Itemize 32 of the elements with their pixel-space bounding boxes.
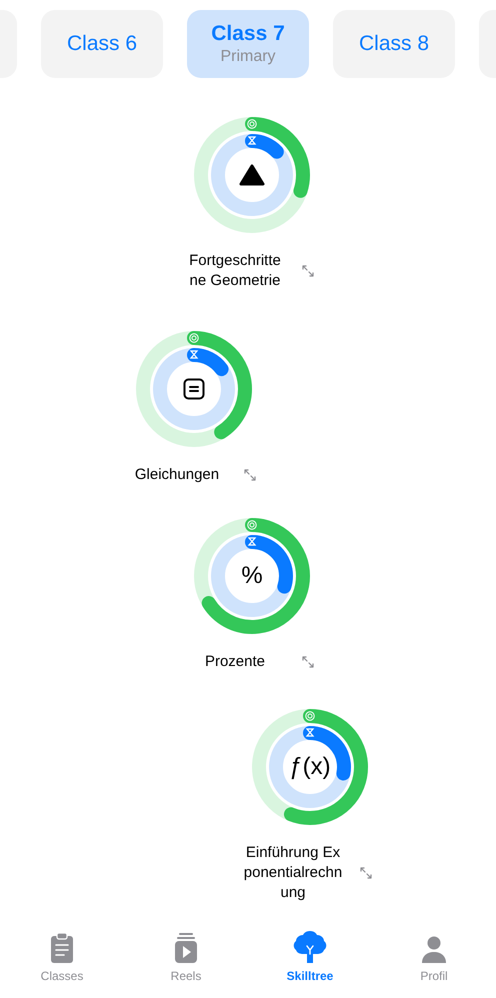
person-icon xyxy=(421,936,447,964)
tab-bar-item[interactable]: Reels xyxy=(136,930,236,998)
target-icon xyxy=(304,710,316,722)
target-icon xyxy=(246,118,258,130)
progress-ring-drawing[interactable] xyxy=(194,117,310,233)
class-tab[interactable]: Class 6 xyxy=(41,10,163,78)
skill-title[interactable]: Fortgeschrittene Geometrie xyxy=(185,251,285,291)
hourglass-icon xyxy=(190,350,198,359)
video-stack-icon xyxy=(174,932,198,964)
tab-bar-item[interactable]: Profil xyxy=(384,930,484,998)
skill-title[interactable]: Einführung Exponentialrechnung xyxy=(243,843,343,903)
equals-box-icon xyxy=(183,378,205,400)
class-tab[interactable]: Class 7 Primary xyxy=(187,10,309,78)
tab-bar-item[interactable]: Classes xyxy=(12,930,112,998)
tab-bar-item[interactable]: Skilltree xyxy=(260,930,360,998)
target-icon xyxy=(188,332,200,344)
skill-symbol: ƒ(x) xyxy=(289,755,331,779)
skill-title[interactable]: Prozente xyxy=(185,652,285,672)
expand-icon[interactable] xyxy=(301,655,315,669)
expand-icon[interactable] xyxy=(359,866,373,880)
hourglass-icon xyxy=(248,136,256,145)
expand-icon[interactable] xyxy=(243,468,257,482)
skill-symbol: % xyxy=(241,564,263,588)
expand-icon[interactable] xyxy=(301,264,315,278)
skill-title[interactable]: Gleichungen xyxy=(127,465,227,485)
target-icon xyxy=(246,519,258,531)
hourglass-icon xyxy=(248,537,256,546)
clipboard-icon xyxy=(50,932,74,964)
class-tab[interactable]: Class 8 xyxy=(333,10,455,78)
tree-icon xyxy=(292,930,328,964)
triangle-icon xyxy=(239,164,265,186)
hourglass-icon xyxy=(306,728,314,737)
